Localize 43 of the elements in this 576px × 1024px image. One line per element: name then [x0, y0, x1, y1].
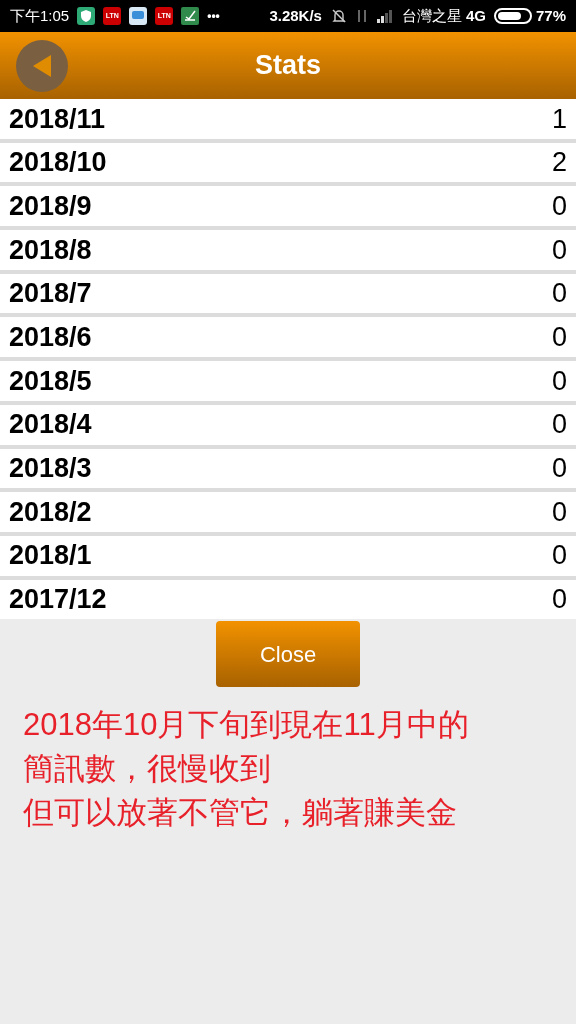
month-label: 2018/1 [9, 539, 92, 573]
month-label: 2017/12 [9, 583, 107, 617]
message-count: 0 [551, 233, 567, 267]
message-count: 2 [551, 146, 567, 180]
battery-icon [493, 8, 532, 24]
annotation-text: 但可以放著不管它，躺著賺美金 [23, 794, 458, 833]
month-label: 2018/4 [9, 408, 92, 442]
message-count: 0 [551, 408, 567, 442]
network-type: 4G [465, 5, 486, 26]
back-button[interactable] [16, 40, 68, 92]
signal-icon [375, 9, 394, 23]
message-count: 0 [551, 539, 567, 573]
month-label: 2018/6 [9, 321, 92, 355]
annotation-text: 簡訊數，很慢收到 [23, 750, 272, 789]
message-count: 0 [551, 364, 567, 398]
month-label: 2018/7 [9, 277, 92, 311]
status-time: 下午1:05 [10, 5, 70, 26]
message-count: 0 [551, 189, 567, 223]
network-speed: 3.28K/s [269, 5, 322, 26]
close-button[interactable]: Close [216, 621, 360, 688]
message-count: 0 [551, 452, 567, 486]
month-label: 2018/5 [9, 364, 92, 398]
message-count: 1 [551, 102, 567, 136]
annotation-text: 2018年10月下旬到現在11月中的 [23, 706, 470, 745]
month-label: 2018/9 [9, 189, 92, 223]
battery-percent: 77% [535, 5, 566, 26]
month-label: 2018/3 [9, 452, 92, 486]
message-count: 0 [551, 495, 567, 529]
shield-icon [77, 7, 96, 25]
month-label: 2018/8 [9, 233, 92, 267]
message-count: 0 [551, 277, 567, 311]
muted-bell-icon [329, 7, 348, 25]
carrier-name: 台灣之星 [401, 5, 462, 26]
message-count: 0 [551, 583, 567, 617]
more-indicator: ••• [207, 8, 220, 25]
screen-title: Stats [255, 49, 321, 83]
month-label: 2018/11 [9, 102, 106, 136]
checkmark-icon [181, 7, 200, 25]
month-label: 2018/10 [9, 146, 107, 180]
month-label: 2018/2 [9, 495, 92, 529]
chat-icon [129, 7, 148, 25]
back-arrow-icon [31, 53, 53, 79]
message-count: 0 [551, 321, 567, 355]
